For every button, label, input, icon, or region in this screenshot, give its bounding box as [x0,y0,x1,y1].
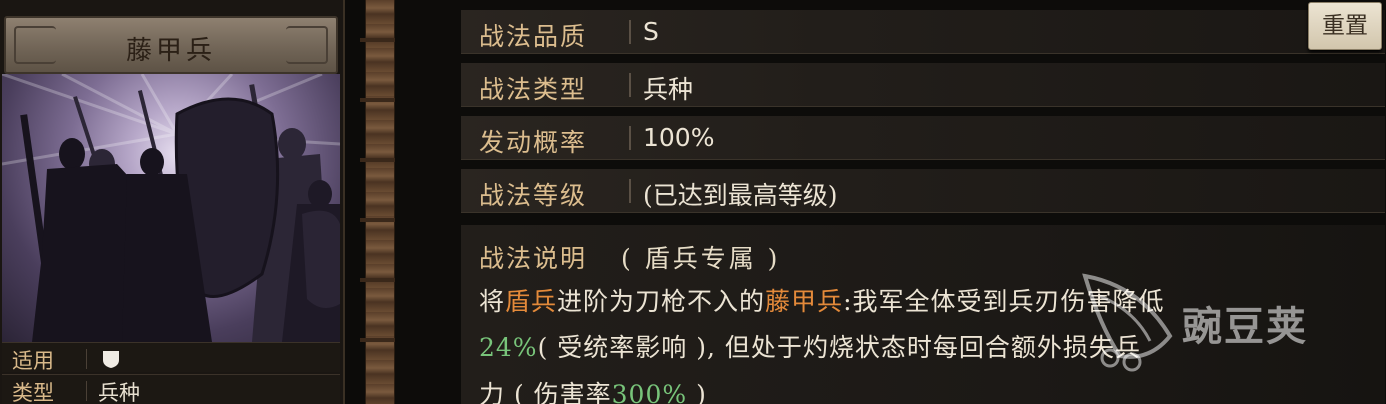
attr-value: 100% [643,123,715,152]
row-divider [629,126,631,150]
card-type-row: 类型 兵种 [2,374,340,404]
attr-value: 兵种 [643,75,694,104]
description-note: ( 盾兵专属 ) [621,244,781,273]
card-apply-row: 适用 [2,342,340,373]
scroll-rail[interactable] [360,0,402,404]
description-text: 力 ( 伤害率 [479,380,612,404]
highlight-text: 300% [611,380,688,404]
description-text: 将 [479,287,506,316]
attr-value: (已达到最高等级) [643,181,838,210]
attr-row-level: 战法等级 (已达到最高等级) [461,169,1385,213]
attr-label: 战法等级 [479,181,588,210]
description-text: ) [687,380,707,404]
type-label: 类型 [12,381,54,404]
row-divider [629,20,631,44]
attr-value: S [643,17,659,46]
attr-row-type: 战法类型 兵种 [461,63,1385,107]
description-line-1: 将盾兵进阶为刀枪不入的藤甲兵:我军全体受到兵刃伤害降低 [479,282,1165,318]
attr-row-rate: 发动概率 100% [461,116,1385,160]
attr-label: 战法类型 [479,75,588,104]
type-value: 兵种 [98,381,140,404]
description-header: 战法说明 ( 盾兵专属 ) [479,239,780,275]
attr-row-quality: 战法品质 S [461,10,1385,54]
description-text: ( 受统率影响 ), 但处于灼烧状态时每回合额外损失兵 [537,333,1141,362]
reset-button[interactable]: 重置 [1308,2,1382,50]
unit-portrait [2,74,340,342]
soldiers-silhouette-image [2,74,340,342]
card-title: 藤甲兵 [125,36,216,66]
tactic-detail-panel: 战法品质 S 战法类型 兵种 发动概率 100% 战法等级 (已达到最高等级) … [395,0,1386,404]
highlight-text: 藤甲兵 [765,287,844,316]
card-header: 藤甲兵 [4,16,338,74]
tactic-description: 战法说明 ( 盾兵专属 ) 将盾兵进阶为刀枪不入的藤甲兵:我军全体受到兵刃伤害降低… [461,225,1385,404]
row-divider [629,73,631,97]
row-divider [86,381,87,401]
apply-label: 适用 [12,349,54,373]
unit-card: 藤甲兵 适用 类型 兵种 [0,0,345,404]
highlight-text: 24% [479,333,538,362]
description-line-2: 24%( 受统率影响 ), 但处于灼烧状态时每回合额外损失兵 [479,328,1141,364]
description-label: 战法说明 [479,244,588,273]
description-text: :我军全体受到兵刃伤害降低 [843,287,1165,316]
shield-icon [103,351,119,368]
highlight-text: 盾兵 [505,287,558,316]
description-line-3: 力 ( 伤害率300% ) [479,375,707,404]
attr-label: 发动概率 [479,128,588,157]
description-text: 进阶为刀枪不入的 [557,287,766,316]
row-divider [86,349,87,369]
row-divider [629,179,631,203]
attr-label: 战法品质 [479,22,588,51]
